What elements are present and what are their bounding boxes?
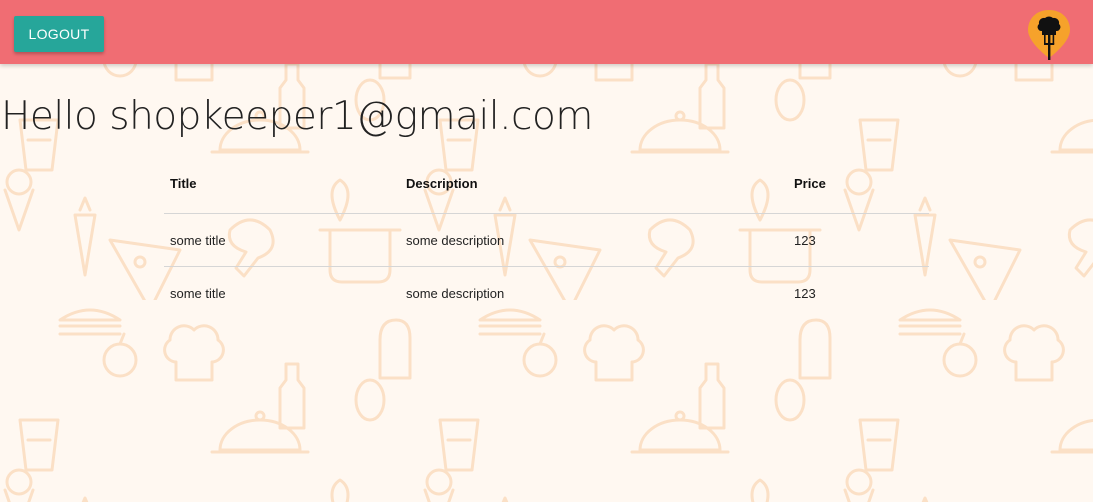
cell-description: some description (406, 285, 505, 301)
column-header-title: Title (164, 166, 400, 214)
cell-price: 123 (788, 213, 929, 267)
top-navbar: LOGOUT (0, 0, 1093, 64)
column-header-description: Description (400, 166, 788, 214)
cell-title: some title (164, 213, 400, 267)
cell-price: 123 (794, 285, 816, 301)
products-table: Title Description Price some title some … (164, 166, 929, 319)
table-row: some title some description 123 (164, 213, 929, 267)
page-greeting: Hello shopkeeper1@gmail.com (1, 94, 593, 139)
cell-title: some title (170, 285, 226, 301)
table-header-row: Title Description Price (164, 166, 929, 214)
column-header-price: Price (788, 166, 929, 214)
chef-hat-fork-pin-icon[interactable] (1025, 6, 1073, 62)
logout-button[interactable]: LOGOUT (14, 16, 104, 52)
table-row: some title some description 123 (164, 267, 929, 320)
cell-description: some description (400, 213, 788, 267)
